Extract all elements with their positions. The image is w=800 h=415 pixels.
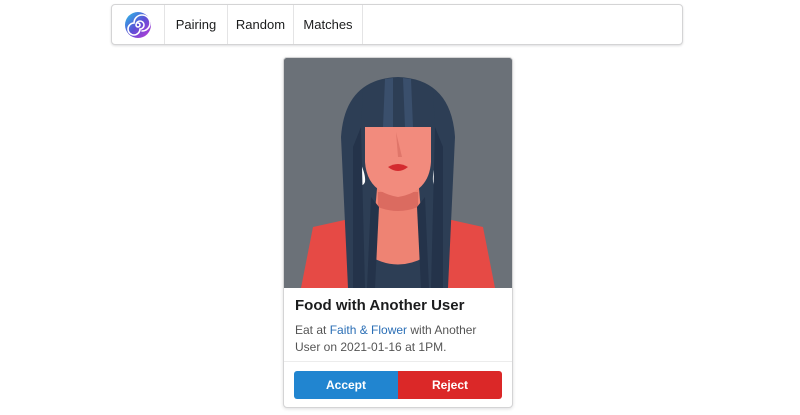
- nav-matches-label: Matches: [303, 17, 353, 32]
- button-group: Accept Reject: [294, 371, 502, 399]
- nav-pairing-label: Pairing: [175, 17, 217, 32]
- top-menu: Pairing Random Matches: [111, 4, 683, 45]
- home-logo-link[interactable]: [112, 5, 165, 44]
- card-actions: Accept Reject: [284, 361, 512, 407]
- card-description: Eat at Faith & Flower with Another User …: [295, 322, 501, 356]
- card-content: Food with Another User Eat at Faith & Fl…: [284, 288, 512, 356]
- card-image: [284, 58, 512, 288]
- card-title: Food with Another User: [295, 297, 465, 314]
- accept-button[interactable]: Accept: [294, 371, 398, 399]
- nav-random[interactable]: Random: [228, 5, 294, 44]
- nav-pairing[interactable]: Pairing: [165, 5, 228, 44]
- desc-prefix: Eat at: [295, 323, 330, 337]
- nav-matches[interactable]: Matches: [294, 5, 363, 44]
- match-card: Food with Another User Eat at Faith & Fl…: [283, 57, 513, 408]
- nav-random-label: Random: [235, 17, 286, 32]
- restaurant-link[interactable]: Faith & Flower: [330, 323, 407, 337]
- woman-avatar-illustration: [284, 58, 512, 288]
- reject-button[interactable]: Reject: [398, 371, 502, 399]
- spiral-logo-icon: [125, 11, 151, 38]
